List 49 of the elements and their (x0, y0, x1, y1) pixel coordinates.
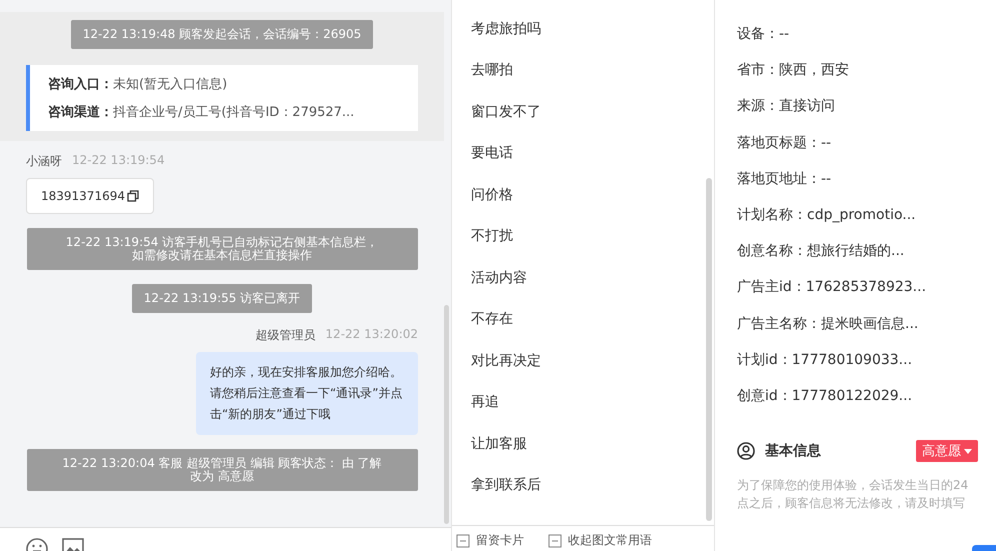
emoji-icon[interactable] (26, 538, 48, 551)
quick-reply-item[interactable]: 考虑旅拍吗 (471, 8, 706, 50)
info-field: 广告主id：176285378923... (737, 278, 926, 296)
info-field: 落地页标题：-- (737, 134, 832, 152)
message-bubble: 好的亲，现在安排客服加您介绍哈。请您稍后注意查看一下“通讯录”并点击“新的朋友”通过下哦 (196, 352, 418, 435)
quick-reply-item[interactable]: 窗口发不了 (471, 91, 706, 132)
system-notice: 12-22 13:19:48 顾客发起会话，会话编号：26905 (82, 28, 362, 41)
quick-reply-item[interactable]: 拿到联系后 (471, 464, 706, 506)
quick-reply-item[interactable]: 要电话 (471, 132, 706, 174)
system-notice: 12-22 13:20:04 客服 超级管理员 编辑 顾客状态： 由 了解 (62, 457, 382, 470)
sender-name: 小涵呀 (26, 153, 62, 170)
checkbox-icon (548, 534, 562, 548)
info-field: 设备：-- (737, 25, 790, 44)
info-field: 落地页地址：-- (737, 170, 832, 188)
quick-reply-item[interactable]: 再追 (471, 382, 706, 423)
message-time: 12-22 13:20:02 (325, 327, 418, 343)
info-field: 来源：直接访问 (737, 97, 835, 116)
quick-reply-item[interactable]: 不存在 (471, 298, 706, 340)
quick-reply-item[interactable]: 不打扰 (471, 216, 706, 257)
system-notice: 12-22 13:19:54 访客手机号已自动标记右侧基本信息栏， (66, 236, 378, 249)
info-field: 创意id：177780122029... (737, 386, 912, 405)
caret-icon (964, 448, 972, 454)
consult-info: 咨询入口：未知(暂无入口信息) (48, 76, 228, 93)
image-icon[interactable] (62, 538, 84, 551)
section-title: 基本信息 (765, 442, 822, 460)
status-dropdown[interactable]: 高意愿 (916, 440, 978, 462)
info-field: 计划名称：cdp_promotio... (737, 206, 916, 224)
consult-info: 咨询渠道：抖音企业号/员工号(抖音号ID：279527... (48, 104, 356, 121)
system-notice: 12-22 13:19:55 访客已离开 (144, 292, 300, 305)
option-label[interactable]: 收起图文常用语 (568, 532, 652, 549)
system-notice: 改为 高意愿 (190, 470, 254, 483)
checkbox-icon (456, 534, 470, 548)
quick-reply-item[interactable]: 活动内容 (471, 257, 706, 298)
system-notice: 如需修改请在基本信息栏直接操作 (132, 249, 312, 262)
copy-icon[interactable] (126, 190, 139, 202)
quick-reply-item[interactable]: 让加客服 (471, 423, 706, 464)
phone-number: 18391371694 (41, 189, 125, 203)
user-icon (737, 442, 755, 460)
message-time: 12-22 13:19:54 (72, 153, 165, 169)
hint-text: 为了保障您的使用体验，会话发生当日的24点之后，顾客信息将无法修改，请及时填写 (737, 477, 970, 512)
info-field: 广告主名称：提米映画信息... (737, 314, 918, 333)
info-field: 计划id：177780109033... (737, 350, 912, 369)
info-field: 省市：陕西，西安 (737, 61, 849, 80)
quick-reply-item[interactable]: 对比再决定 (471, 340, 706, 382)
quick-reply-item[interactable]: 去哪拍 (471, 50, 706, 91)
option-label[interactable]: 留资卡片 (476, 532, 524, 549)
sender-name: 超级管理员 (255, 327, 316, 344)
quick-reply-item[interactable]: 问价格 (471, 174, 706, 216)
info-field: 创意名称：想旅行结婚的... (737, 242, 904, 260)
